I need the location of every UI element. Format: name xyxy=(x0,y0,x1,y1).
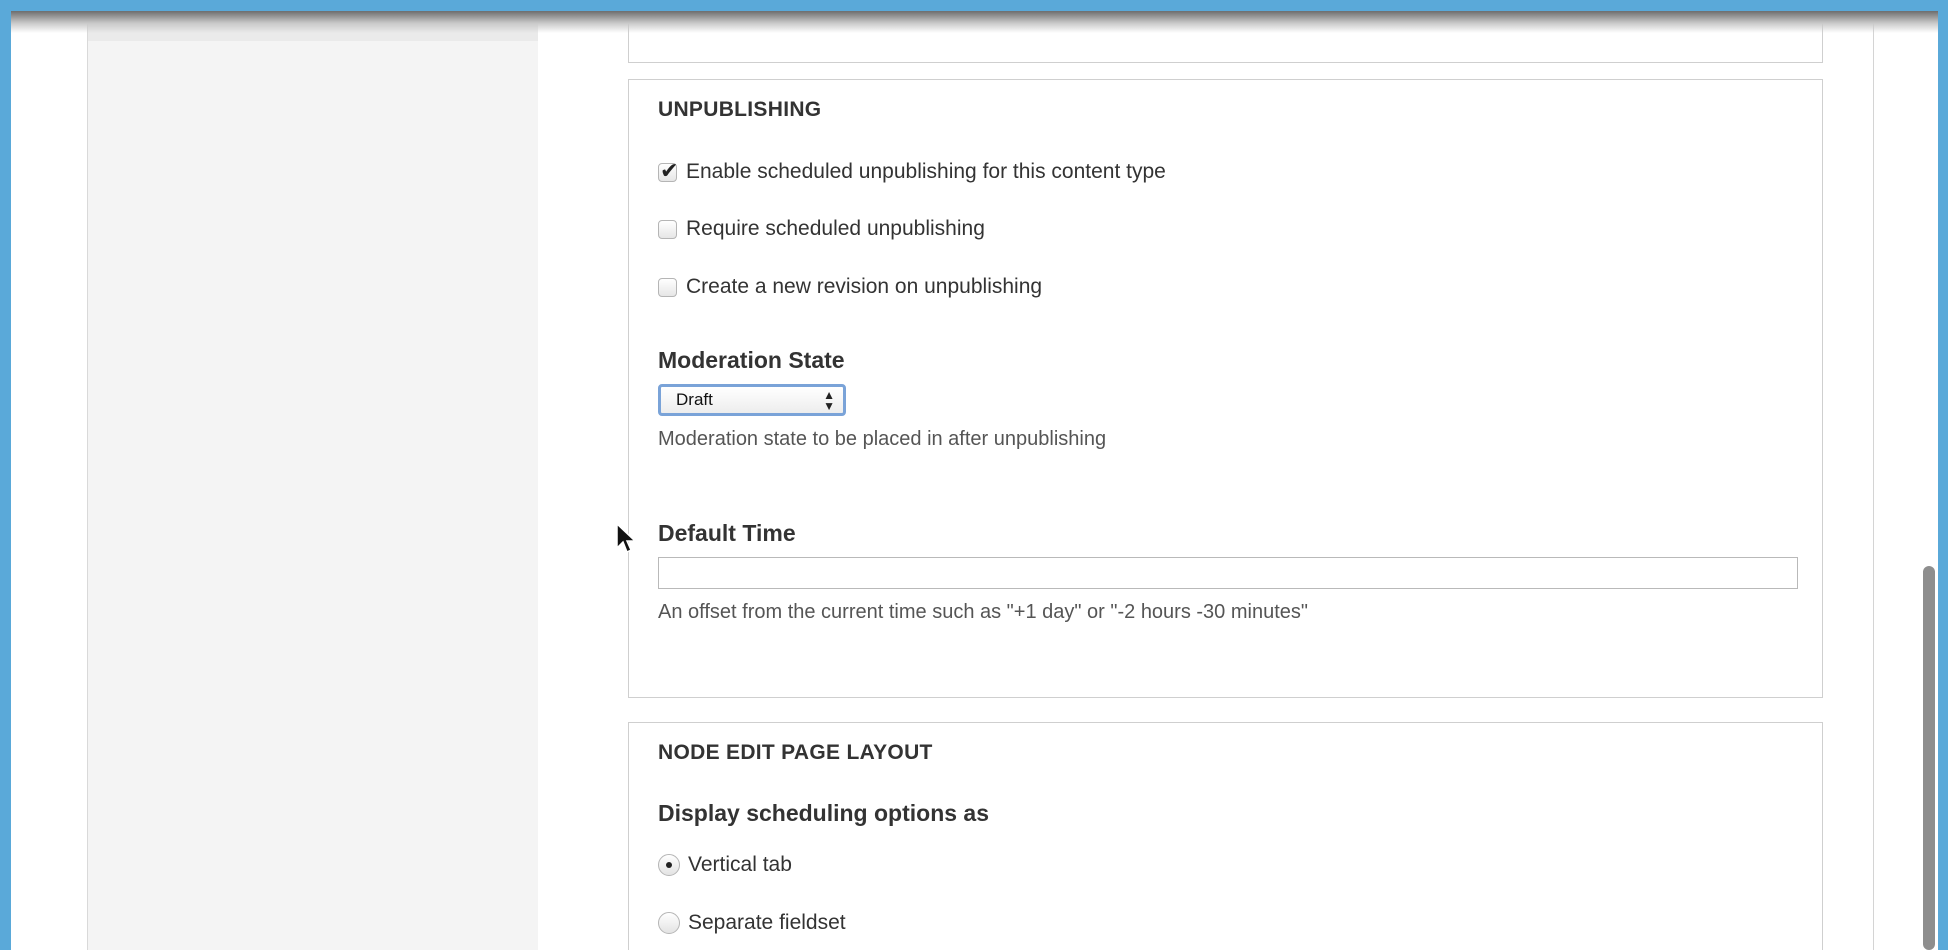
separate-fieldset-radio[interactable] xyxy=(658,912,680,934)
require-unpublishing-label[interactable]: Require scheduled unpublishing xyxy=(686,217,985,241)
sidebar xyxy=(87,11,539,950)
updown-arrows-icon: ▲ ▼ xyxy=(823,388,835,413)
vertical-tab-label[interactable]: Vertical tab xyxy=(688,853,792,877)
unpublishing-legend: UNPUBLISHING xyxy=(658,98,822,121)
enable-unpublishing-checkbox[interactable] xyxy=(658,158,678,184)
top-shadow xyxy=(11,11,1938,33)
default-time-title: Default Time xyxy=(658,520,796,546)
display-options-title: Display scheduling options as xyxy=(658,800,990,826)
unpublishing-fieldset: UNPUBLISHING Enable scheduled unpublishi… xyxy=(628,79,1823,698)
default-time-input[interactable] xyxy=(658,557,1798,589)
vertical-tab-radio[interactable] xyxy=(658,854,680,876)
vertical-tab-option[interactable]: Vertical tab xyxy=(658,853,792,877)
require-unpublishing-option[interactable]: Require scheduled unpublishing xyxy=(658,217,985,241)
revision-unpublishing-label[interactable]: Create a new revision on unpublishing xyxy=(686,275,1042,299)
enable-unpublishing-option[interactable]: Enable scheduled unpublishing for this c… xyxy=(658,158,1166,184)
mouse-pointer-icon xyxy=(616,523,637,554)
page: UNPUBLISHING Enable scheduled unpublishi… xyxy=(11,11,1938,950)
revision-unpublishing-checkbox[interactable] xyxy=(658,277,677,297)
separate-fieldset-option[interactable]: Separate fieldset xyxy=(658,911,846,935)
main-content: UNPUBLISHING Enable scheduled unpublishi… xyxy=(538,11,1874,950)
node-edit-layout-fieldset: NODE EDIT PAGE LAYOUT Display scheduling… xyxy=(628,722,1823,950)
vertical-scrollbar[interactable] xyxy=(1923,566,1935,950)
separate-fieldset-label[interactable]: Separate fieldset xyxy=(688,911,846,935)
moderation-state-select[interactable]: Draft ▲ ▼ xyxy=(658,384,846,416)
default-time-description: An offset from the current time such as … xyxy=(658,601,1308,623)
moderation-state-title: Moderation State xyxy=(658,347,845,373)
enable-unpublishing-label[interactable]: Enable scheduled unpublishing for this c… xyxy=(686,160,1166,184)
require-unpublishing-checkbox[interactable] xyxy=(658,219,677,239)
revision-unpublishing-option[interactable]: Create a new revision on unpublishing xyxy=(658,275,1042,299)
node-edit-layout-legend: NODE EDIT PAGE LAYOUT xyxy=(658,741,933,764)
moderation-state-description: Moderation state to be placed in after u… xyxy=(658,428,1107,450)
moderation-state-value: Draft xyxy=(676,390,713,409)
